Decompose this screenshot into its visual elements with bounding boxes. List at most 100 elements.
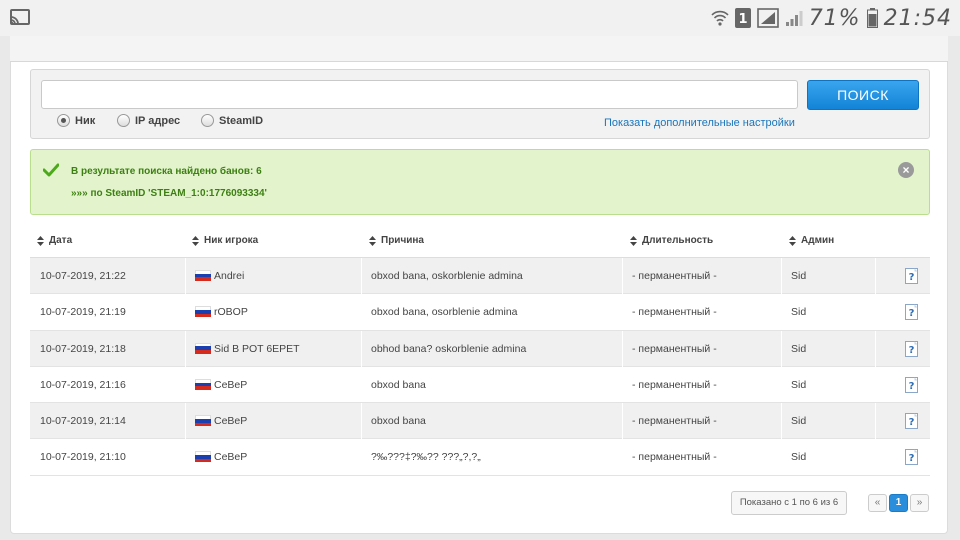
table-body: 10-07-2019, 21:22 Andrei obxod bana, oskor… [30,258,930,476]
cell-date: 10-07-2019, 21:16 [40,367,126,403]
cell-reason-text: ?‰???‡?‰?? ???„?,?„ [371,451,481,464]
more-settings-link[interactable]: Показать дополнительные настройки [604,117,795,129]
close-icon[interactable]: × [898,162,914,178]
table-row[interactable]: 10-07-2019, 21:10 CeBeP ?‰???‡?‰?? ???„?,?… [30,439,930,476]
radio-nick[interactable]: Ник [57,114,95,127]
cell-date-text: 10-07-2019, 21:10 [40,451,126,464]
cell-reason-text: obxod bana, oskorblenie admina [371,270,523,282]
header-nick[interactable]: Ник игрока [192,235,258,246]
cell-date: 10-07-2019, 21:14 [40,403,126,439]
sim-label: 1 [738,12,747,27]
table-header: Дата Ник игрока Причина Длительность Адм… [30,223,930,258]
header-reason-label: Причина [381,235,424,246]
search-box: ПОИСК Ник IP адрес SteamID Показать допо… [30,69,930,139]
cell-separator [622,403,623,440]
table-row[interactable]: 10-07-2019, 21:19 rOBOP obxod bana, osorbl… [30,294,930,331]
signal-framed-icon [756,8,779,28]
details-icon[interactable]: ? [905,268,919,284]
details-icon[interactable]: ? [905,376,919,393]
sort-icon [37,235,44,246]
sort-icon [789,235,796,246]
sort-icon [192,235,199,246]
details-icon[interactable]: ? [905,449,919,466]
cell-date-text: 10-07-2019, 21:16 [40,378,126,391]
cell-reason-text: obxod bana, osorblenie admina [371,306,518,319]
cell-date-text: 10-07-2019, 21:18 [40,342,126,355]
search-result-alert: В результате поиска найдено банов: 6 »»»… [30,149,930,215]
search-button[interactable]: ПОИСК [807,80,919,110]
cell-separator [622,258,623,294]
battery-icon [866,8,878,28]
cell-nick-text: CeBeP [214,451,248,464]
cell-admin: Sid [791,367,806,403]
table-row[interactable]: 10-07-2019, 21:22 Andrei obxod bana, oskor… [30,258,930,295]
cell-separator [185,403,186,440]
table-row[interactable]: 10-07-2019, 21:16 CeBeP obxod bana - перман… [30,367,930,404]
table-row[interactable]: 10-07-2019, 21:14 CeBeP obxod bana - перман… [30,403,930,440]
cell-separator [622,330,623,367]
cast-icon [10,9,30,25]
cell-separator [185,258,186,294]
header-date-label: Дата [49,235,73,246]
cell-date: 10-07-2019, 21:19 [40,294,126,330]
cell-date-text: 10-07-2019, 21:19 [40,306,126,319]
radio-ip[interactable]: IP адрес [117,114,180,127]
header-duration[interactable]: Длительность [630,235,713,246]
russia-flag-icon [195,306,211,318]
cell-admin-text: Sid [791,306,807,319]
cell-admin-text: Sid [791,378,807,391]
cell-admin: Sid [791,403,806,439]
svg-text:?: ? [909,417,915,428]
header-date[interactable]: Дата [37,235,72,246]
cell-nick: Andrei [195,258,244,294]
cell-duration-text: - перманентный - [632,270,717,282]
search-input[interactable] [41,80,798,109]
radio-steamid[interactable]: SteamID [201,114,263,127]
cell-date: 10-07-2019, 21:10 [40,439,126,475]
details-icon[interactable]: ? [905,304,919,321]
cell-duration-text: - перманентный - [632,378,717,391]
cell-nick-text: Sid B POT 6EPET [214,342,300,355]
cell-nick: CeBeP [195,367,247,403]
cell-separator [875,258,876,294]
cell-admin-text: Sid [791,270,807,282]
russia-flag-icon [195,378,211,390]
cell-reason: obhod bana? oskorblenie admina [371,331,526,367]
pagination-next[interactable]: » [910,494,929,512]
alert-search-criteria: »»» по SteamID 'STEAM_1:0:1776093334' [71,188,267,199]
sim-one-icon: 1 [734,8,751,28]
cell-nick: CeBeP [195,439,247,475]
signal-bars-icon [785,11,803,26]
cell-separator [361,330,362,367]
cell-reason-text: obxod bana [371,415,426,428]
bans-table: Дата Ник игрока Причина Длительность Адм… [30,223,930,476]
radio-ip-dot[interactable] [117,114,130,127]
pagination-prev[interactable]: « [868,494,887,512]
cell-admin: Sid [791,258,806,294]
header-nick-label: Ник игрока [204,235,259,246]
cell-reason: obxod bana [371,403,426,439]
cell-admin-text: Sid [791,415,807,428]
cell-duration: - перманентный - [632,258,717,294]
cell-separator [361,258,362,294]
cell-separator [875,330,876,367]
header-admin[interactable]: Админ [789,235,834,246]
cell-admin-text: Sid [791,451,807,464]
cell-nick: Sid B POT 6EPET [195,331,300,367]
cell-duration-text: - перманентный - [632,306,717,319]
cell-duration: - перманентный - [632,403,717,439]
header-duration-label: Длительность [642,235,714,246]
sort-icon [369,235,376,246]
details-icon[interactable]: ? [905,340,919,357]
details-icon[interactable]: ? [905,413,919,430]
cell-separator [361,403,362,440]
cell-admin: Sid [791,331,806,367]
cell-nick-text: CeBeP [214,378,248,391]
radio-nick-dot[interactable] [57,114,70,127]
radio-steamid-dot[interactable] [201,114,214,127]
pagination-page-1[interactable]: 1 [889,494,908,512]
header-reason[interactable]: Причина [369,235,424,246]
cell-separator [781,330,782,367]
table-row[interactable]: 10-07-2019, 21:18 Sid B POT 6EPET obhod ba… [30,330,930,367]
cell-reason: obxod bana, osorblenie admina [371,294,518,330]
